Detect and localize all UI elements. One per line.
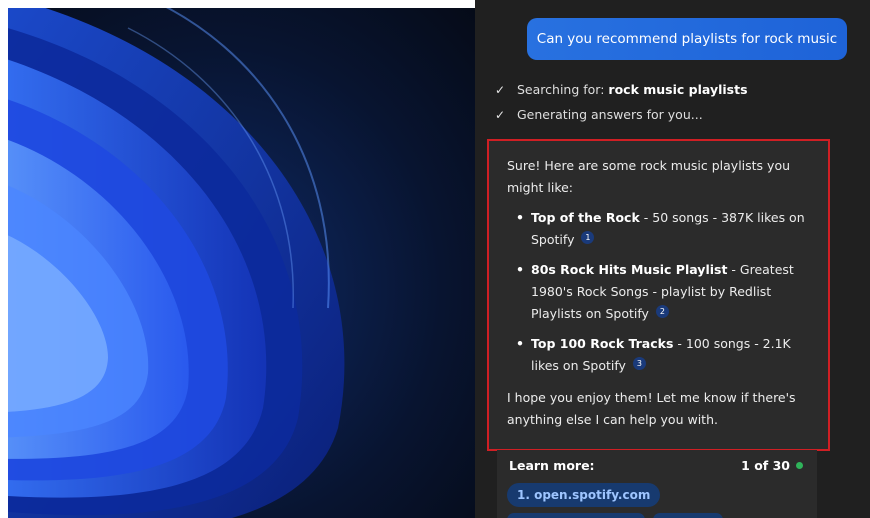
bullet-icon: • <box>516 210 524 225</box>
source-link-chip-partial[interactable] <box>507 513 645 518</box>
check-icon: ✓ <box>495 83 506 97</box>
playlist-title: Top 100 Rock Tracks <box>531 336 674 351</box>
learn-more-count: 1 of 30 <box>741 458 803 473</box>
source-link-chip-partial[interactable] <box>653 513 723 518</box>
list-item: • Top of the Rock - 50 songs - 387K like… <box>507 207 807 251</box>
answer-intro: Sure! Here are some rock music playlists… <box>507 158 791 195</box>
citation-badge[interactable]: 3 <box>632 357 646 370</box>
status-searching-query: rock music playlists <box>608 82 748 97</box>
status-searching: ✓ Searching for: rock music playlists <box>495 80 748 100</box>
source-link-chip[interactable]: 1. open.spotify.com <box>507 483 661 507</box>
bullet-icon: • <box>516 336 524 351</box>
status-generating-text: Generating answers for you... <box>517 107 703 122</box>
citation-badge[interactable]: 1 <box>581 231 595 244</box>
status-searching-prefix: Searching for: <box>517 82 605 97</box>
answer-outro: I hope you enjoy them! Let me know if th… <box>507 390 796 427</box>
bloom-wallpaper-image <box>8 8 475 518</box>
playlist-title: Top of the Rock <box>531 210 640 225</box>
list-item: • Top 100 Rock Tracks - 100 songs - 2.1K… <box>507 333 807 377</box>
learn-more-count-text: 1 of 30 <box>741 458 790 473</box>
desktop-wallpaper <box>8 8 475 518</box>
playlist-list: • Top of the Rock - 50 songs - 387K like… <box>507 207 807 377</box>
bullet-icon: • <box>516 262 524 277</box>
answer-card-highlighted: Sure! Here are some rock music playlists… <box>487 139 830 451</box>
playlist-title: 80s Rock Hits Music Playlist <box>531 262 728 277</box>
user-message-bubble: Can you recommend playlists for rock mus… <box>527 18 847 60</box>
copilot-chat-panel: Can you recommend playlists for rock mus… <box>475 0 870 518</box>
status-generating: ✓ Generating answers for you... <box>495 105 703 125</box>
learn-more-label: Learn more: <box>509 458 595 473</box>
green-dot-icon <box>796 462 803 469</box>
list-item: • 80s Rock Hits Music Playlist - Greates… <box>507 259 807 325</box>
citation-badge[interactable]: 2 <box>655 305 669 318</box>
check-icon: ✓ <box>495 108 506 122</box>
learn-more-section: Learn more: 1 of 30 1. open.spotify.com <box>497 450 817 518</box>
